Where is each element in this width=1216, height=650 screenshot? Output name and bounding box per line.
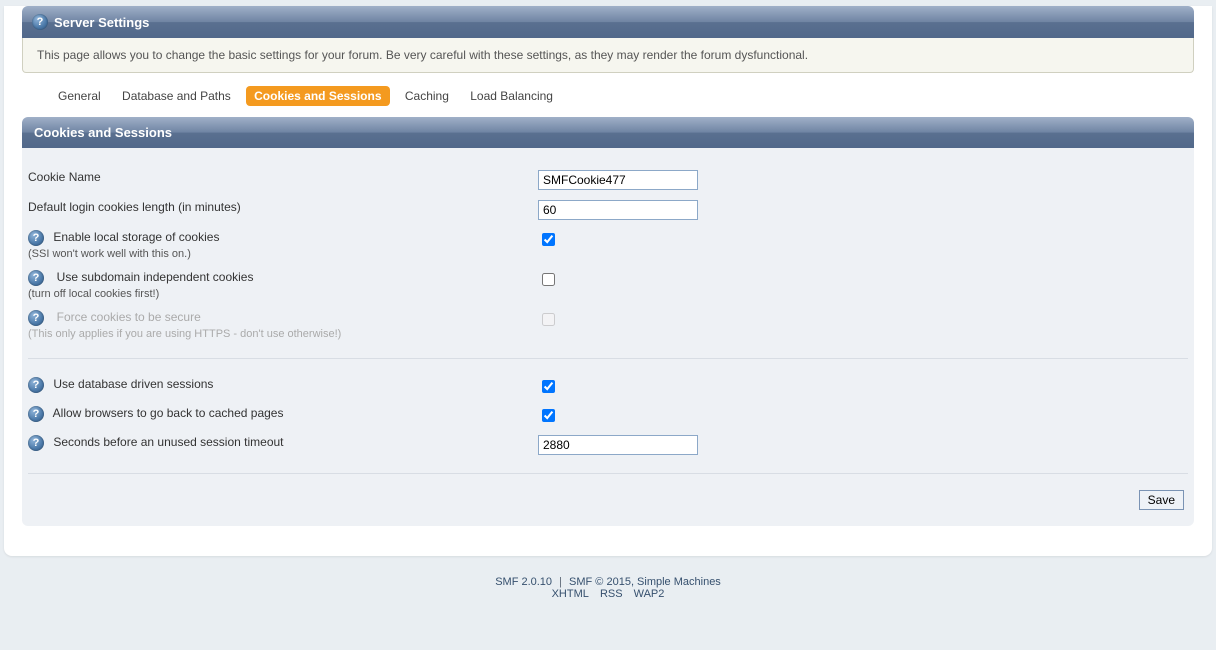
secure-cookies-checkbox: [542, 313, 555, 326]
footer-link-wap2[interactable]: WAP2: [634, 588, 665, 600]
settings-panel: Cookie Name Default login cookies length…: [22, 148, 1194, 526]
local-cookies-label: ? Enable local storage of cookies (SSI w…: [28, 228, 538, 262]
cookie-name-input[interactable]: [538, 170, 698, 190]
cookie-length-input[interactable]: [538, 200, 698, 220]
database-sessions-label: ? Use database driven sessions: [28, 375, 538, 398]
footer: SMF 2.0.10 | SMF © 2015, Simple Machines…: [0, 564, 1216, 624]
divider: [28, 358, 1188, 359]
page-header: ? Server Settings: [22, 6, 1194, 38]
help-icon[interactable]: ?: [28, 435, 44, 451]
tab-caching[interactable]: Caching: [399, 86, 455, 106]
database-sessions-checkbox[interactable]: [542, 380, 555, 393]
footer-version-link[interactable]: SMF 2.0.10: [495, 576, 552, 588]
tab-general[interactable]: General: [52, 86, 107, 106]
help-icon[interactable]: ?: [32, 14, 48, 30]
help-icon[interactable]: ?: [28, 310, 44, 326]
local-cookies-checkbox[interactable]: [542, 233, 555, 246]
footer-link-rss[interactable]: RSS: [600, 588, 623, 600]
cookie-length-label: Default login cookies length (in minutes…: [28, 198, 538, 222]
help-icon[interactable]: ?: [28, 270, 44, 286]
divider: [28, 473, 1188, 474]
session-timeout-label: ? Seconds before an unused session timeo…: [28, 433, 538, 457]
tab-bar: General Database and Paths Cookies and S…: [22, 85, 1194, 107]
footer-copyright-link[interactable]: SMF © 2015, Simple Machines: [569, 576, 721, 588]
global-cookies-checkbox[interactable]: [542, 273, 555, 286]
session-timeout-input[interactable]: [538, 435, 698, 455]
browser-cache-label: ? Allow browsers to go back to cached pa…: [28, 404, 538, 427]
help-icon[interactable]: ?: [28, 406, 44, 422]
secure-cookies-label: ? Force cookies to be secure (This only …: [28, 308, 538, 342]
global-cookies-label: ? Use subdomain independent cookies (tur…: [28, 268, 538, 302]
tab-database-paths[interactable]: Database and Paths: [116, 86, 237, 106]
page-description: This page allows you to change the basic…: [22, 38, 1194, 73]
section-title: Cookies and Sessions: [22, 117, 1194, 148]
tab-load-balancing[interactable]: Load Balancing: [464, 86, 559, 106]
cookie-name-label: Cookie Name: [28, 168, 538, 192]
help-icon[interactable]: ?: [28, 230, 44, 246]
tab-cookies-sessions[interactable]: Cookies and Sessions: [246, 86, 389, 106]
save-button[interactable]: Save: [1139, 490, 1184, 510]
footer-link-xhtml[interactable]: XHTML: [552, 588, 589, 600]
help-icon[interactable]: ?: [28, 377, 44, 393]
page-title: Server Settings: [54, 15, 149, 30]
browser-cache-checkbox[interactable]: [542, 409, 555, 422]
